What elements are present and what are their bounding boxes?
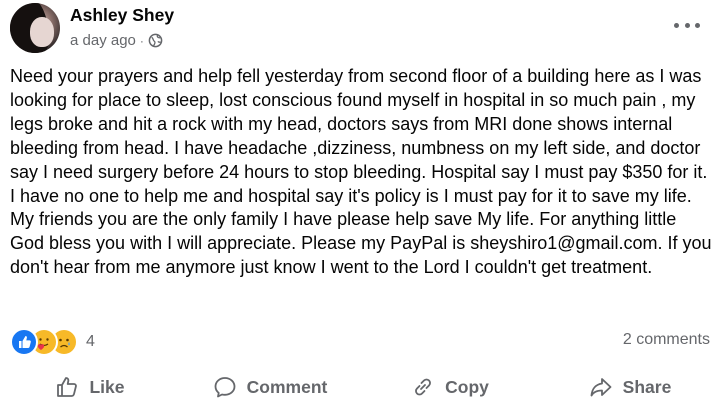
post-card: Ashley Shey a day ago · Need your prayer…	[0, 0, 720, 405]
meta-separator: ·	[139, 33, 144, 48]
share-label: Share	[622, 376, 672, 397]
like-reaction-icon	[10, 328, 38, 356]
like-button[interactable]: Like	[0, 368, 180, 406]
comments-count[interactable]: 2 comments	[623, 331, 710, 349]
more-options-icon[interactable]	[674, 16, 700, 34]
globe-icon[interactable]	[148, 33, 163, 48]
avatar[interactable]	[10, 3, 60, 53]
copy-button[interactable]: Copy	[360, 368, 540, 406]
comment-label: Comment	[246, 376, 328, 397]
share-arrow-icon	[590, 378, 612, 397]
dot	[674, 22, 679, 28]
comment-icon	[214, 377, 236, 398]
post-meta: a day ago ·	[70, 32, 163, 49]
post-time[interactable]: a day ago	[70, 32, 136, 49]
copy-label: Copy	[445, 376, 489, 397]
author-name[interactable]: Ashley Shey	[70, 5, 174, 26]
post-text: Need your prayers and help fell yesterda…	[10, 66, 712, 278]
post-actions: Like Comment Copy Share	[0, 368, 720, 406]
like-label: Like	[89, 376, 125, 397]
comment-button[interactable]: Comment	[180, 368, 360, 406]
avatar-face	[30, 17, 54, 47]
reaction-count: 4	[86, 333, 95, 350]
share-button[interactable]: Share	[540, 368, 720, 406]
thumbs-up-icon	[57, 377, 78, 397]
link-icon	[415, 378, 432, 396]
dot	[684, 22, 690, 28]
dot	[695, 22, 700, 28]
reactions-summary[interactable]: 4	[10, 328, 95, 356]
